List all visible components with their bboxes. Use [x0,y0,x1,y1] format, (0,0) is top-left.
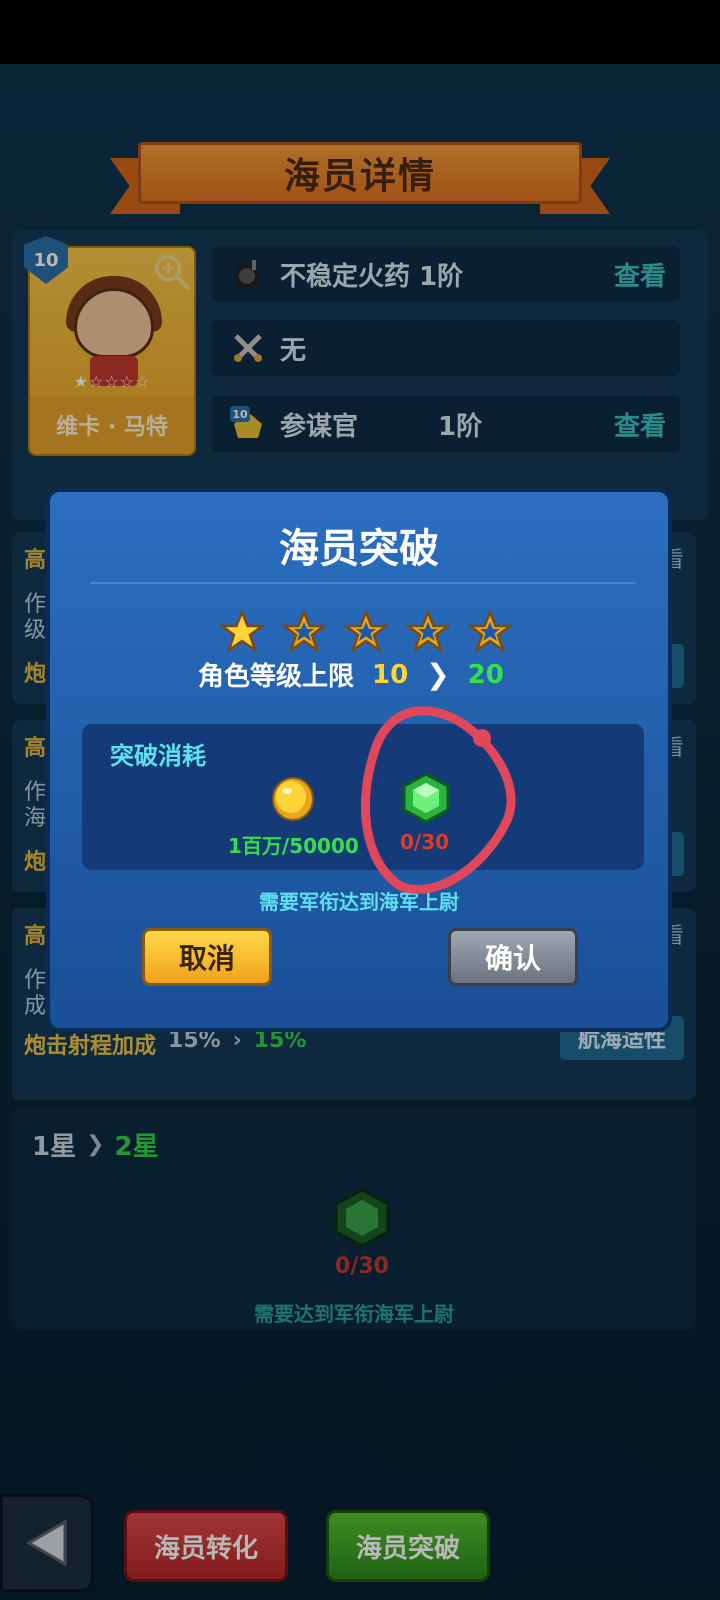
star-outline-icon [406,610,450,654]
star-outline-icon [282,610,326,654]
level-cap-to: 20 [467,659,504,690]
level-cap-from: 10 [372,659,409,690]
status-bar [0,0,720,64]
star-outline-icon [344,610,388,654]
cost-label: 突破消耗 [110,742,206,770]
dialog-title: 海员突破 [279,526,439,572]
cancel-button[interactable]: 取消 [142,928,272,986]
dialog-star-row [220,610,512,654]
dialog-divider [90,582,636,584]
chevron-right-icon: ❯ [426,658,450,691]
star-filled-icon [220,610,264,654]
red-annotation-circle [360,706,516,894]
confirm-button[interactable]: 确认 [448,928,578,986]
gold-coin-icon [272,777,314,821]
level-cap-label: 角色等级上限 [198,662,355,692]
star-outline-icon [468,610,512,654]
level-cap-row: 角色等级上限 10 ❯ 20 [198,656,504,693]
